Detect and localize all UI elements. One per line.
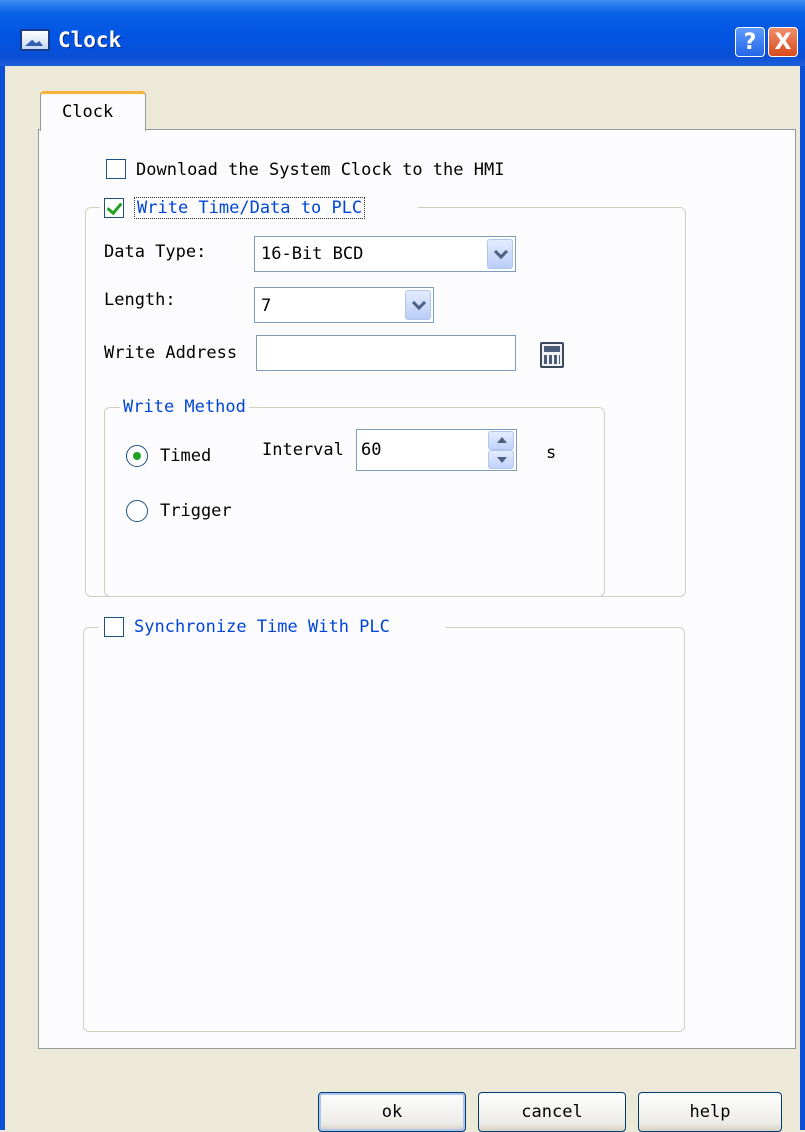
download-clock-checkbox[interactable] <box>106 159 126 179</box>
interval-label: Interval <box>262 440 344 460</box>
write-time-label[interactable]: Write Time/Data to PLC <box>134 197 366 219</box>
write-method-legend: Write Method <box>120 397 249 417</box>
help-icon[interactable]: ? <box>735 27 765 57</box>
data-type-dropdown-button[interactable] <box>487 239 513 269</box>
calculator-icon[interactable] <box>540 342 564 368</box>
interval-unit: s <box>546 443 557 463</box>
ok-button[interactable]: ok <box>318 1092 466 1132</box>
interval-spinbox[interactable]: 60 <box>356 429 517 471</box>
data-type-select[interactable]: 16-Bit BCD <box>254 236 516 272</box>
cancel-button[interactable]: cancel <box>478 1092 626 1132</box>
trigger-radio[interactable] <box>126 500 148 522</box>
timed-radio[interactable] <box>126 445 148 467</box>
length-dropdown-button[interactable] <box>405 290 431 320</box>
timed-label[interactable]: Timed <box>160 446 211 466</box>
tab-clock-label: Clock <box>62 102 114 122</box>
data-type-value: 16-Bit BCD <box>261 244 364 264</box>
write-address-label: Write Address <box>104 343 238 363</box>
help-button[interactable]: help <box>638 1092 782 1132</box>
window-frame-right <box>800 66 805 1130</box>
length-value: 7 <box>261 296 272 316</box>
write-time-checkbox[interactable] <box>104 198 124 218</box>
length-select[interactable]: 7 <box>254 287 434 323</box>
close-icon[interactable]: X <box>768 27 798 57</box>
data-type-label: Data Type: <box>104 242 207 262</box>
app-icon <box>20 29 50 51</box>
length-label: Length: <box>104 290 176 310</box>
window-frame-left <box>0 66 5 1130</box>
chevron-down-icon <box>493 244 509 260</box>
write-address-input[interactable] <box>256 335 516 371</box>
interval-value: 60 <box>361 440 382 460</box>
spin-down-button[interactable] <box>488 450 514 469</box>
sync-time-group <box>83 627 685 1032</box>
arrow-up-icon <box>497 437 507 443</box>
trigger-label[interactable]: Trigger <box>160 501 232 521</box>
download-clock-label[interactable]: Download the System Clock to the HMI <box>136 160 504 180</box>
sync-time-label[interactable]: Synchronize Time With PLC <box>134 617 390 637</box>
chevron-down-icon <box>411 295 427 311</box>
spin-up-button[interactable] <box>488 431 514 450</box>
window-title: Clock <box>58 28 122 52</box>
arrow-down-icon <box>497 457 507 463</box>
sync-time-checkbox[interactable] <box>104 617 124 637</box>
